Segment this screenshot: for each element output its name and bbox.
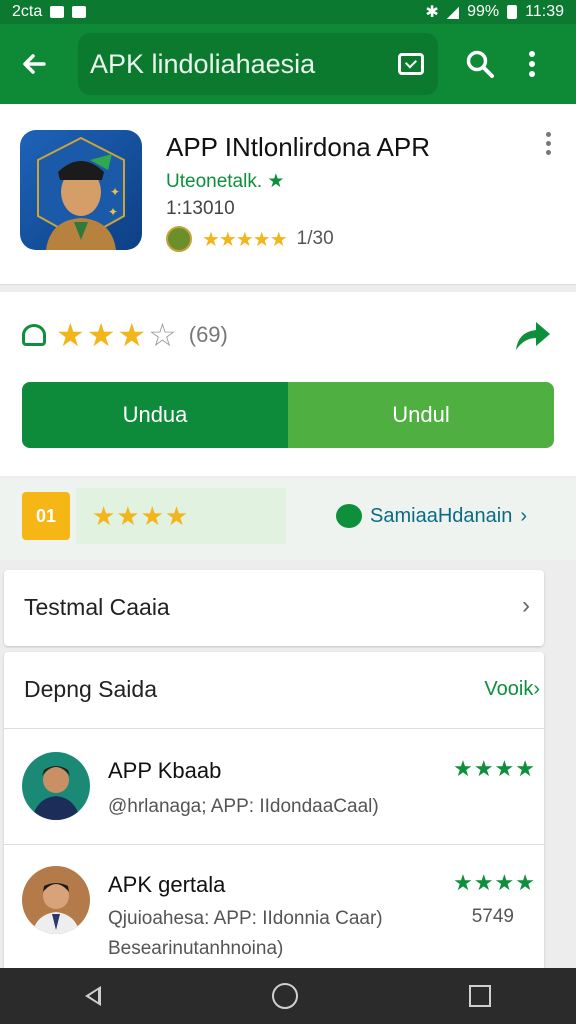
review-stars: ★★★★ [453, 870, 536, 895]
more-vert-icon [529, 51, 535, 77]
rating-count: 1/30 [296, 228, 334, 249]
nav-recents-icon[interactable] [468, 985, 491, 1007]
reviewer-photo [22, 866, 90, 934]
app-title: APP INtlonlirdona APR [166, 132, 430, 162]
chevron-right-icon: › [520, 504, 527, 527]
rating-stars: ★★★★★ [202, 228, 288, 251]
promo-link-label: SamiaaHdanain [370, 504, 513, 527]
app-version: 1:13010 [166, 198, 235, 219]
nav-home-icon[interactable] [271, 983, 298, 1009]
user-rating-stars[interactable]: ★★★☆ [56, 316, 179, 354]
rate-section: ★★★☆ (69) Undua Undul [0, 292, 576, 476]
app-icon[interactable]: ✦ ✦ [20, 130, 142, 250]
reviewer-avatar [166, 226, 192, 252]
reviewer-avatar [22, 866, 90, 934]
app-header-card: ✦ ✦ APP INtlonlirdona APR Uteonetalk. ★ … [0, 104, 576, 285]
wifi-icon: ◢ [446, 4, 460, 21]
chat-icon [336, 504, 362, 528]
developer-badge-icon: ★ [267, 171, 285, 192]
app-notification-icon [72, 6, 87, 18]
action-buttons: Undua Undul [22, 382, 554, 448]
system-nav-bar [0, 968, 576, 1024]
promo-banner: 01 ★★★★ SamiaaHdanain › [0, 478, 576, 560]
reviewer-name: APK gertala [108, 872, 226, 897]
notification-bell-icon[interactable] [22, 324, 46, 346]
see-all-link[interactable]: Vooik› [484, 678, 540, 701]
user-rating-count: (69) [188, 322, 228, 347]
reviews-title: Depng Saida [24, 676, 157, 702]
reviewer-name: APP Kbaab [108, 758, 222, 783]
share-arrow-icon [516, 322, 550, 350]
testmal-title: Testmal Caaia [24, 594, 170, 620]
battery-percent: 99% [467, 3, 500, 20]
reviews-card: Depng Saida Vooik› APP Kbaab @hrlanaga; … [4, 652, 544, 982]
nav-back-icon[interactable] [85, 986, 102, 1006]
promo-app-icon[interactable]: 01 [22, 492, 70, 540]
search-field[interactable]: APK lindoliahaesia [78, 33, 438, 95]
review-helpful-count: 5749 [471, 906, 514, 927]
overflow-menu-button[interactable] [506, 38, 558, 90]
review-text: Qjuioahesa: APP: IIdonnia Caar) [108, 908, 383, 929]
app-menu-button[interactable] [546, 132, 554, 159]
review-item[interactable]: APK gertala Qjuioahesa: APP: IIdonnia Ca… [4, 844, 544, 982]
back-arrow-icon [23, 54, 46, 74]
status-bar: 2cta ✱ ◢ 99% 11:39 [0, 0, 576, 24]
primary-action-button[interactable]: Undua [22, 382, 288, 448]
review-item[interactable]: APP Kbaab @hrlanaga; APP: IIdondaaCaal) … [4, 728, 544, 844]
bluetooth-icon: ✱ [425, 4, 439, 21]
battery-icon [507, 5, 518, 19]
user-rating-row[interactable]: ★★★☆ (69) [22, 316, 228, 354]
app-bar: APK lindoliahaesia [0, 24, 576, 104]
app-icon-artwork: ✦ ✦ [37, 136, 125, 250]
chevron-right-icon: › [522, 592, 530, 619]
svg-text:✦: ✦ [108, 205, 118, 219]
search-button[interactable] [454, 38, 506, 90]
search-icon [466, 50, 494, 78]
share-button[interactable] [512, 318, 552, 354]
back-button[interactable] [12, 42, 56, 86]
mail-check-icon[interactable] [398, 53, 424, 75]
reviewer-photo [22, 752, 90, 820]
review-text-continued: Besearinutanhnoina) [108, 938, 284, 959]
promo-stars: ★★★★ [76, 488, 286, 544]
search-query: APK lindoliahaesia [90, 48, 316, 79]
review-stars: ★★★★ [453, 756, 536, 781]
developer-name: Uteonetalk. [166, 171, 263, 192]
promo-link[interactable]: SamiaaHdanain › [336, 504, 527, 528]
reviewer-avatar [22, 752, 90, 820]
clock: 11:39 [525, 3, 564, 20]
review-text: @hrlanaga; APP: IIdondaaCaal) [108, 796, 379, 817]
svg-text:✦: ✦ [110, 185, 120, 199]
app-rating-row: ★★★★★ 1/30 [166, 226, 334, 252]
carrier-text: 2cta [12, 3, 43, 20]
mail-notification-icon [50, 6, 65, 18]
developer-link[interactable]: Uteonetalk. ★ [166, 170, 284, 193]
secondary-action-button[interactable]: Undul [288, 382, 554, 448]
testmal-row[interactable]: Testmal Caaia › [4, 570, 544, 646]
